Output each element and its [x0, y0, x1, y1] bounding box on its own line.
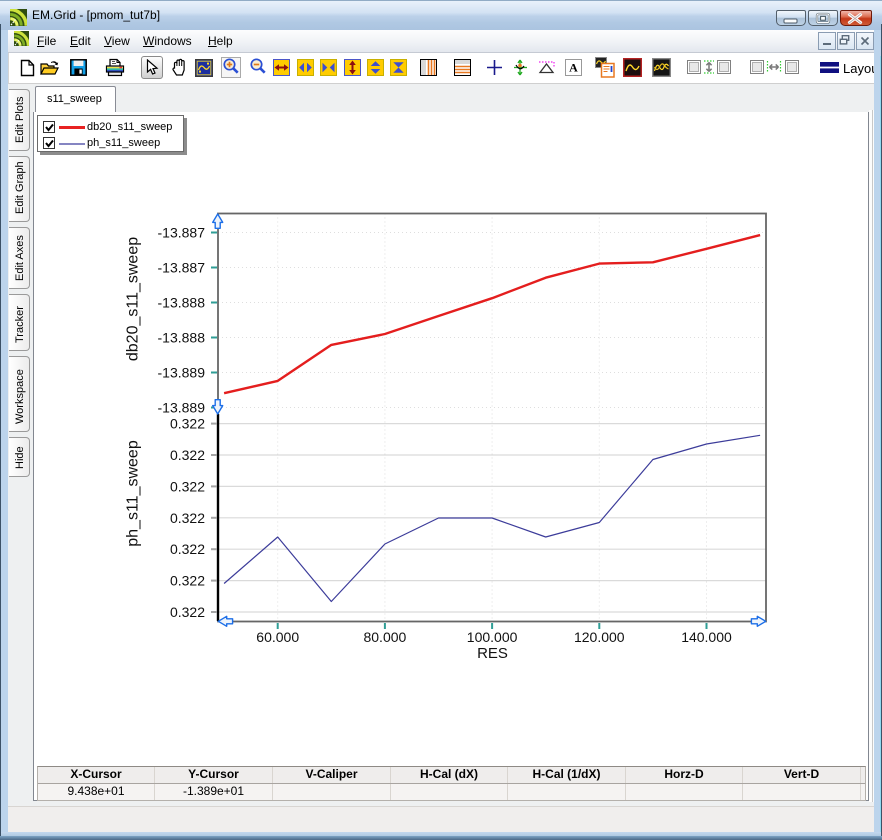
svg-text:ph_s11_sweep: ph_s11_sweep: [125, 440, 142, 547]
svg-text:80.000: 80.000: [363, 629, 406, 645]
svg-text:-13.887: -13.887: [158, 225, 206, 241]
svg-text:0.322: 0.322: [170, 541, 205, 557]
svg-text:-13.888: -13.888: [158, 295, 206, 311]
svg-text:-13.887: -13.887: [158, 260, 206, 276]
svg-text:0.322: 0.322: [170, 604, 205, 620]
svg-text:0.322: 0.322: [170, 510, 205, 526]
svg-text:db20_s11_sweep: db20_s11_sweep: [125, 237, 142, 361]
svg-text:0.322: 0.322: [170, 478, 205, 494]
svg-text:0.322: 0.322: [170, 573, 205, 589]
svg-text:120.000: 120.000: [574, 629, 625, 645]
svg-text:140.000: 140.000: [681, 629, 732, 645]
svg-text:60.000: 60.000: [256, 629, 299, 645]
svg-text:0.322: 0.322: [170, 447, 205, 463]
svg-text:RES: RES: [477, 645, 508, 662]
svg-text:100.000: 100.000: [467, 629, 518, 645]
svg-text:0.322: 0.322: [170, 416, 205, 432]
svg-text:-13.889: -13.889: [158, 400, 206, 416]
svg-text:-13.889: -13.889: [158, 365, 206, 381]
svg-text:-13.888: -13.888: [158, 330, 206, 346]
